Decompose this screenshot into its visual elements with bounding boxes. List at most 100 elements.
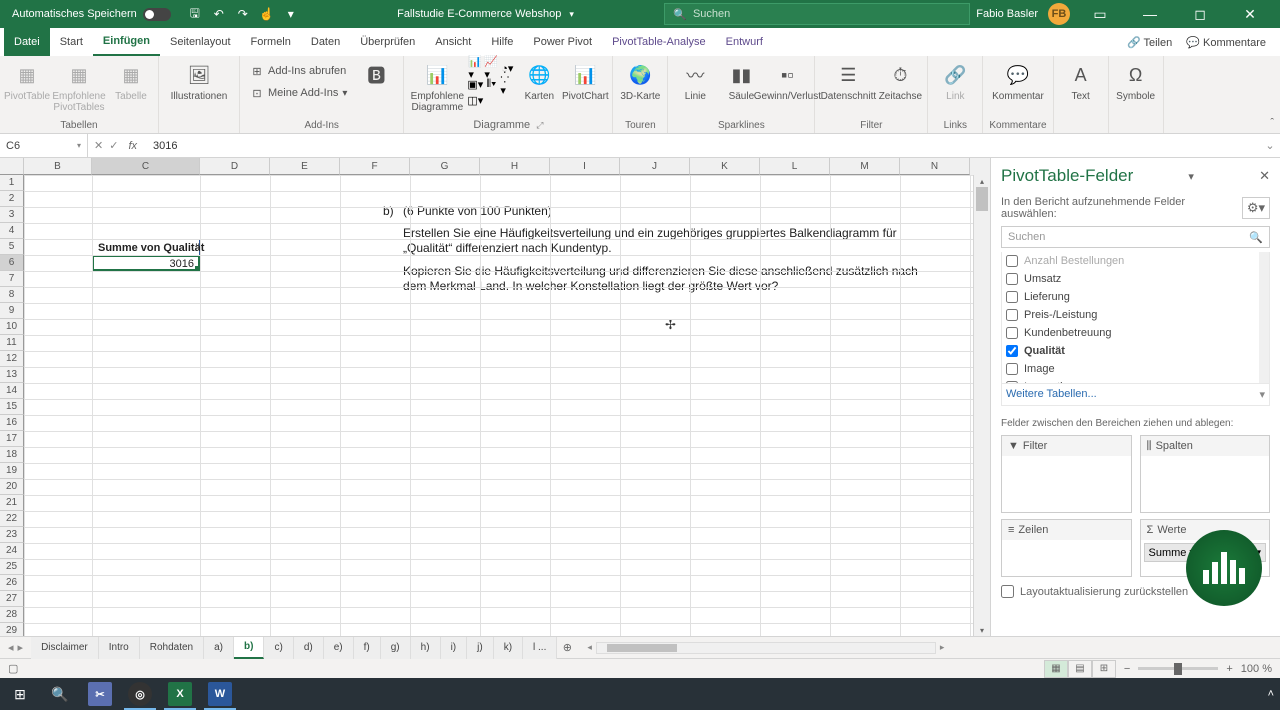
col-header[interactable]: D (200, 158, 270, 175)
scroll-thumb[interactable] (976, 187, 988, 211)
sheet-tab[interactable]: f) (354, 637, 381, 659)
chart-line-icon[interactable]: 📈▾ (484, 61, 498, 75)
taskbar-app-obs[interactable]: ◎ (120, 678, 160, 710)
field-checkbox[interactable] (1006, 309, 1018, 321)
user-avatar[interactable]: FB (1048, 3, 1070, 25)
scroll-down-icon[interactable]: ▾ (974, 624, 990, 636)
row-header[interactable]: 16 (0, 415, 24, 431)
zoom-value[interactable]: 100 % (1241, 663, 1272, 675)
recommended-charts-button[interactable]: 📊Empfohlene Diagramme (410, 61, 464, 113)
minimize-icon[interactable]: — (1130, 0, 1170, 28)
row-header[interactable]: 15 (0, 399, 24, 415)
col-header[interactable]: L (760, 158, 830, 175)
taskbar-app-snip[interactable]: ✂ (80, 678, 120, 710)
save-icon[interactable]: 🖫 (187, 6, 203, 22)
row-header[interactable]: 22 (0, 511, 24, 527)
cancel-formula-icon[interactable]: ✕ (94, 139, 103, 152)
dropdown-icon[interactable]: ▾ (569, 9, 574, 20)
sheet-tab[interactable]: Rohdaten (140, 637, 204, 659)
pane-dropdown-icon[interactable]: ▾ (1188, 170, 1194, 183)
field-checkbox[interactable] (1006, 273, 1018, 285)
illustrations-button[interactable]: 🖼Illustrationen (165, 61, 233, 102)
row-header[interactable]: 13 (0, 367, 24, 383)
gear-icon[interactable]: ⚙▾ (1242, 197, 1270, 219)
sheet-tab[interactable]: i) (441, 637, 468, 659)
tab-ansicht[interactable]: Ansicht (425, 28, 481, 56)
tab-formeln[interactable]: Formeln (241, 28, 301, 56)
sheet-tab[interactable]: l ... (523, 637, 557, 659)
field-item[interactable]: Image (1002, 360, 1269, 378)
text-button[interactable]: AText (1060, 61, 1102, 102)
field-item[interactable]: Anzahl Bestellungen (1002, 252, 1269, 270)
add-sheet-button[interactable]: ⊕ (557, 641, 577, 654)
row-header[interactable]: 17 (0, 431, 24, 447)
sheet-tab[interactable]: h) (411, 637, 441, 659)
symbols-button[interactable]: ΩSymbole (1115, 61, 1157, 102)
sheet-tab[interactable]: a) (204, 637, 234, 659)
row-header[interactable]: 6 (0, 255, 24, 271)
tab-seitenlayout[interactable]: Seitenlayout (160, 28, 241, 56)
qat-dropdown-icon[interactable]: ▾ (283, 6, 299, 22)
close-icon[interactable]: ✕ (1230, 0, 1270, 28)
sparkline-winloss-button[interactable]: ▪▫Gewinn/Verlust (766, 61, 808, 102)
scroll-up-icon[interactable]: ▴ (974, 175, 990, 187)
col-header[interactable]: C (92, 158, 200, 175)
row-header[interactable]: 11 (0, 335, 24, 351)
fx-icon[interactable]: fx (124, 140, 141, 152)
col-header[interactable]: N (900, 158, 970, 175)
pivotchart-button[interactable]: 📊PivotChart (564, 61, 606, 102)
chart-bar-icon[interactable]: 📊▾ (468, 61, 482, 75)
collapse-ribbon-icon[interactable]: ˆ (1270, 117, 1274, 129)
row-header[interactable]: 12 (0, 351, 24, 367)
taskbar-app-word[interactable]: W (200, 678, 240, 710)
hscroll-thumb[interactable] (607, 644, 677, 652)
accept-formula-icon[interactable]: ✓ (109, 139, 118, 152)
col-header[interactable]: I (550, 158, 620, 175)
row-header[interactable]: 26 (0, 575, 24, 591)
zoom-out-icon[interactable]: − (1124, 663, 1130, 675)
normal-view-icon[interactable]: ▦ (1044, 660, 1068, 678)
field-item[interactable]: Umsatz (1002, 270, 1269, 288)
tab-entwurf[interactable]: Entwurf (716, 28, 773, 56)
maximize-icon[interactable]: ◻ (1180, 0, 1220, 28)
field-checkbox[interactable] (1006, 327, 1018, 339)
zoom-thumb[interactable] (1174, 663, 1182, 675)
columns-area[interactable]: ⫼Spalten (1140, 435, 1271, 513)
row-header[interactable]: 18 (0, 447, 24, 463)
field-checkbox[interactable] (1006, 255, 1018, 267)
tab-datei[interactable]: Datei (4, 28, 50, 56)
formula-bar[interactable]: 3016 (147, 140, 1260, 152)
field-item[interactable]: Kundenbetreuung (1002, 324, 1269, 342)
tab-einfuegen[interactable]: Einfügen (93, 28, 160, 56)
share-button[interactable]: 🔗 Teilen (1127, 36, 1172, 49)
col-header[interactable]: F (340, 158, 410, 175)
col-header[interactable]: E (270, 158, 340, 175)
col-header[interactable]: B (24, 158, 92, 175)
autosave-toggle-group[interactable]: Automatisches Speichern (4, 8, 179, 21)
sheet-tab[interactable]: b) (234, 637, 264, 659)
fields-search[interactable]: Suchen 🔍 (1001, 226, 1270, 248)
row-header[interactable]: 3 (0, 207, 24, 223)
field-item[interactable]: Innovation (1002, 378, 1269, 384)
field-item[interactable]: Lieferung (1002, 288, 1269, 306)
show-hidden-icons-icon[interactable]: ˄ (1268, 688, 1274, 700)
user-name[interactable]: Fabio Basler (976, 8, 1038, 20)
tab-nav-prev-icon[interactable]: ◂ (8, 641, 14, 654)
page-break-view-icon[interactable]: ⊞ (1092, 660, 1116, 678)
sheet-tab[interactable]: Disclaimer (31, 637, 99, 659)
3d-map-button[interactable]: 🌍3D-Karte (619, 61, 661, 102)
sheet-tab[interactable]: j) (467, 637, 494, 659)
pane-close-icon[interactable]: ✕ (1259, 168, 1270, 184)
tab-nav-next-icon[interactable]: ▸ (18, 641, 24, 654)
row-header[interactable]: 20 (0, 479, 24, 495)
row-header[interactable]: 1 (0, 175, 24, 191)
row-header[interactable]: 2 (0, 191, 24, 207)
sheet-tab[interactable]: k) (494, 637, 523, 659)
row-header[interactable]: 23 (0, 527, 24, 543)
redo-icon[interactable]: ↷ (235, 6, 251, 22)
zoom-slider[interactable] (1138, 667, 1218, 670)
row-header[interactable]: 8 (0, 287, 24, 303)
get-addins-button[interactable]: ⊞Add-Ins abrufen (246, 61, 351, 81)
hscroll-right-icon[interactable]: ▸ (940, 642, 945, 653)
tab-hilfe[interactable]: Hilfe (481, 28, 523, 56)
